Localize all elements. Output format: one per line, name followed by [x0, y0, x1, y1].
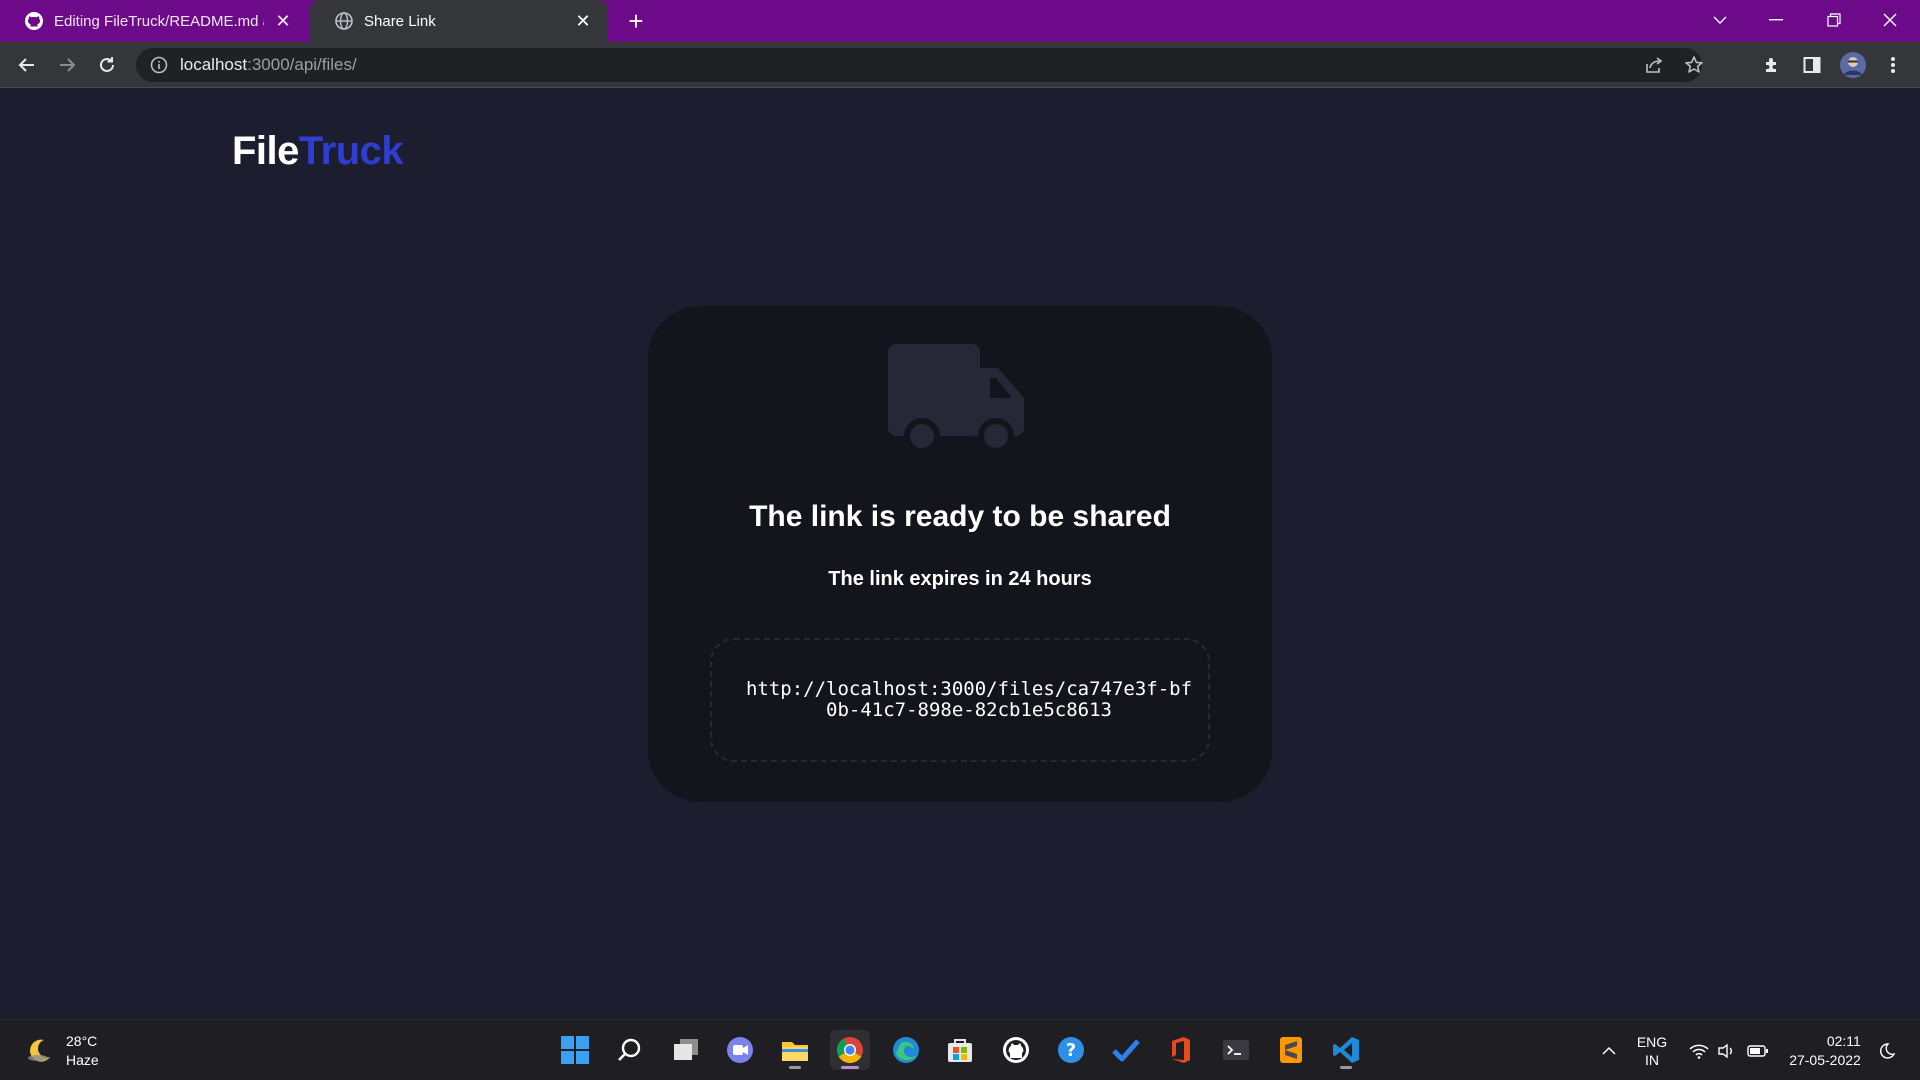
close-icon[interactable]: ✕ [272, 10, 294, 32]
tab-strip: Editing FileTruck/README.md at ✕ Share L… [0, 0, 1920, 42]
windows-start-icon[interactable] [555, 1030, 595, 1070]
sublime-text-icon[interactable] [1271, 1030, 1311, 1070]
language-indicator[interactable]: ENG IN [1630, 1020, 1674, 1080]
tab-readme[interactable]: Editing FileTruck/README.md at ✕ [0, 0, 308, 42]
side-panel-icon[interactable] [1797, 50, 1827, 80]
logo-text-truck: Truck [298, 129, 404, 173]
truck-icon [888, 344, 1028, 456]
todo-icon[interactable] [1106, 1030, 1146, 1070]
menu-icon[interactable] [1878, 50, 1908, 80]
url-host: localhost [180, 55, 248, 74]
github-desktop-icon[interactable] [996, 1030, 1036, 1070]
card-subtitle: The link expires in 24 hours [828, 568, 1092, 590]
wifi-icon[interactable] [1686, 1020, 1712, 1080]
edge-icon[interactable] [886, 1030, 926, 1070]
weather-desc: Haze [66, 1052, 99, 1068]
share-icon[interactable] [1636, 48, 1672, 82]
share-link-box[interactable]: http://localhost:3000/files/ca747e3f-bf0… [710, 638, 1210, 762]
teams-chat-icon[interactable] [720, 1030, 760, 1070]
file-explorer-icon[interactable] [775, 1030, 815, 1070]
forward-icon[interactable] [52, 50, 82, 80]
logo-text-file: File [232, 129, 299, 173]
task-view-icon[interactable] [666, 1030, 706, 1070]
taskbar: 28°C Haze ? ENG IN 02:11 27-05-2022 [0, 1019, 1920, 1080]
minimize-icon[interactable] [1748, 0, 1804, 40]
close-icon[interactable]: ✕ [572, 10, 594, 32]
reload-icon[interactable] [92, 50, 122, 80]
clock[interactable]: 02:11 27-05-2022 [1780, 1020, 1870, 1080]
globe-icon [334, 11, 354, 31]
browser-toolbar: localhost:3000/api/files/ [0, 42, 1920, 88]
chrome-icon[interactable] [830, 1030, 870, 1070]
github-icon [24, 11, 44, 31]
share-card: The link is ready to be shared The link … [648, 306, 1272, 802]
vscode-icon[interactable] [1326, 1030, 1366, 1070]
terminal-icon[interactable] [1216, 1030, 1256, 1070]
site-logo[interactable]: FileTruck [232, 129, 404, 174]
close-window-icon[interactable] [1862, 0, 1918, 40]
clock-date: 27-05-2022 [1789, 1051, 1861, 1068]
weather-widget[interactable]: 28°C Haze [24, 1032, 99, 1070]
volume-icon[interactable] [1714, 1020, 1740, 1080]
share-link[interactable]: http://localhost:3000/files/ca747e3f-bf0… [742, 679, 1196, 721]
url-path: :3000/api/files/ [247, 55, 357, 74]
microsoft-store-icon[interactable] [940, 1030, 980, 1070]
running-indicator [789, 1066, 801, 1069]
clock-time: 02:11 [1826, 1032, 1861, 1049]
tab-share-link[interactable]: Share Link ✕ [310, 0, 608, 42]
office-icon[interactable] [1161, 1030, 1201, 1070]
bookmark-star-icon[interactable] [1676, 48, 1712, 82]
focus-assist-icon[interactable] [1874, 1020, 1900, 1080]
back-icon[interactable] [12, 50, 42, 80]
profile-avatar[interactable] [1838, 50, 1868, 80]
restore-icon[interactable] [1806, 0, 1862, 40]
page-content: FileTruck The link is ready to be shared… [0, 89, 1920, 1019]
battery-icon[interactable] [1744, 1020, 1772, 1080]
tab-title: Editing FileTruck/README.md at [54, 12, 264, 30]
search-icon[interactable] [610, 1030, 650, 1070]
running-indicator [1340, 1066, 1352, 1069]
weather-temp: 28°C [66, 1033, 98, 1049]
chevron-up-icon[interactable] [1596, 1020, 1622, 1080]
tab-search-icon[interactable] [1692, 0, 1748, 40]
lang-secondary: IN [1645, 1051, 1659, 1068]
address-bar[interactable]: localhost:3000/api/files/ [136, 48, 1703, 82]
site-info-icon[interactable] [150, 56, 168, 74]
tab-title: Share Link [364, 12, 436, 30]
new-tab-button[interactable]: + [622, 8, 650, 36]
active-indicator [841, 1066, 859, 1069]
card-title: The link is ready to be shared [749, 500, 1171, 533]
lang-primary: ENG [1636, 1033, 1668, 1050]
svg-text:?: ? [1066, 1040, 1076, 1061]
moon-icon [24, 1036, 54, 1066]
extensions-icon[interactable] [1757, 50, 1787, 80]
help-icon[interactable]: ? [1051, 1030, 1091, 1070]
